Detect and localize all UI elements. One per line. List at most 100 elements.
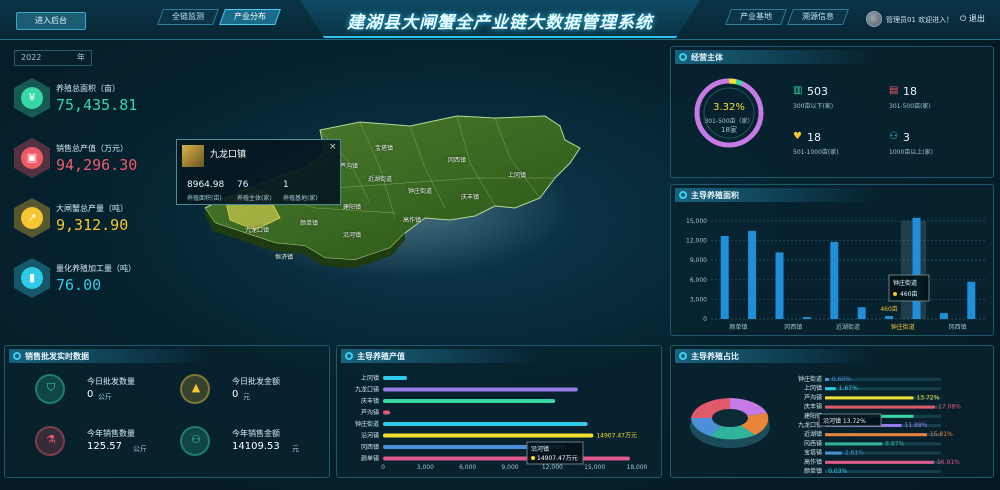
area-bar[interactable] [775, 252, 784, 319]
output-bar[interactable] [383, 456, 630, 461]
share-bar[interactable] [825, 378, 829, 381]
share-bar[interactable] [825, 396, 914, 400]
share-bar[interactable] [825, 442, 883, 446]
town-label[interactable]: 宝塔镇 [375, 143, 393, 152]
share-bar[interactable] [825, 387, 836, 391]
share-bar[interactable] [825, 405, 936, 409]
y-tick-label: 6,000 [690, 277, 707, 284]
share-category-label: 钟庄街道 [798, 375, 822, 383]
y-category-label: 钟庄街道 [355, 420, 379, 428]
town-label[interactable]: 芦沟镇 [340, 161, 358, 170]
share-bar[interactable] [825, 433, 927, 437]
share-category-label: 宝塔镇 [804, 449, 822, 457]
y-category-label: 沿河镇 [361, 432, 379, 440]
sales-value: 125.57 [87, 441, 122, 452]
stat-label: 量化养殖加工量（吨） [56, 264, 136, 273]
y-category-label: 芦沟镇 [361, 409, 379, 417]
popup-area-value: 8964.98 [187, 180, 225, 190]
town-label[interactable]: 建阳镇 [343, 202, 361, 211]
town-label[interactable]: 高作镇 [403, 215, 421, 224]
popup-close-button[interactable]: × [329, 142, 337, 152]
operator-label: 301-500亩(家) [889, 103, 931, 110]
y-tick-label: 15,000 [686, 218, 707, 225]
share-percent-label: 16.91% [937, 459, 960, 466]
area-bar[interactable] [857, 307, 866, 319]
share-percent-label: 11.88% [905, 422, 928, 429]
tooltip-value: 14907.47万元 [537, 455, 578, 462]
tab-chain-monitor[interactable]: 全链监测 [157, 9, 219, 25]
sales-icon-ring: ▲ [180, 374, 210, 404]
town-label[interactable]: 九龙口镇 [245, 225, 269, 234]
sales-icon-ring: ⚗ [35, 426, 65, 456]
sales-panel: 销售批发实时数据 ⛉ 今日批发数量 0 公斤 ▲ 今日批发金额 0 元 ⚗ 今年销售数量 125.5… [4, 345, 330, 478]
stat-value: 9,312.90 [56, 216, 129, 234]
x-tick-label: 12,000 [542, 464, 563, 471]
area-bar[interactable] [912, 217, 921, 319]
tab-industry-base[interactable]: 产业基地 [725, 9, 787, 25]
town-label[interactable]: 上冈镇 [508, 170, 526, 179]
year-value: 2022 [21, 53, 42, 62]
output-bar[interactable] [383, 422, 588, 426]
title-dot-icon [679, 53, 687, 61]
town-label[interactable]: 冈西镇 [448, 155, 466, 164]
area-bar[interactable] [830, 241, 839, 319]
sales-unit: 元 [292, 445, 299, 453]
sales-label: 今年销售数量 [87, 429, 135, 438]
heart-icon: ♥ [793, 131, 802, 142]
area-bar[interactable] [967, 281, 976, 319]
sales-value: 0 [87, 389, 94, 400]
output-bar[interactable] [383, 387, 578, 392]
bar-value-label: 14907.47万元 [596, 433, 637, 440]
area-bar[interactable] [885, 315, 894, 319]
share-panel: 主导养殖占比 钟庄街道 0.60% 上冈镇 1.67% 芦沟镇 13.72% 庆丰镇 17.0… [670, 345, 994, 478]
x-tick-label: 6,000 [459, 464, 476, 471]
town-label[interactable]: 沿河镇 [343, 230, 361, 239]
stat-hex: ↗ [14, 198, 50, 238]
area-bar[interactable] [748, 230, 757, 319]
tab-industry-distribution[interactable]: 产业分布 [219, 9, 281, 25]
share-percent-label: 15.81% [930, 431, 953, 438]
title-dot-icon [345, 352, 353, 360]
tab-traceability[interactable]: 溯源信息 [787, 9, 849, 25]
x-tick-label: 近湖街道 [836, 323, 860, 331]
output-value-chart: 上冈镇九龙口镇庆丰镇芦沟镇钟庄街道沿河镇冈西镇颜单镇14907.47万元0 3,0… [355, 374, 648, 471]
logout-button[interactable]: ⏻ 退出 [960, 13, 985, 24]
area-bar[interactable] [939, 313, 948, 319]
bar-chart-icon: ▮ [21, 267, 43, 289]
town-label[interactable]: 恒济镇 [275, 252, 293, 261]
output-bar[interactable] [383, 410, 391, 415]
area-bar[interactable] [802, 317, 811, 319]
share-percent-label: 17.08% [938, 404, 961, 411]
enter-admin-button[interactable]: 进入后台 [16, 12, 86, 30]
year-select[interactable]: 2022 年 [14, 50, 92, 66]
output-bar[interactable] [383, 399, 556, 403]
ring-percent: 3.32% [713, 102, 745, 113]
user-greeting: 管理员01 欢迎进入！ [886, 16, 954, 24]
share-category-label: 九龙口镇 [798, 421, 822, 429]
operator-count: 503 [807, 85, 828, 98]
ring-label: 301-500亩（家） [704, 118, 754, 125]
share-bar[interactable] [825, 451, 842, 455]
y-tick-label: 3,000 [690, 296, 707, 303]
x-tick-label: 冈西镇 [949, 323, 967, 331]
sales-unit: 元 [243, 393, 250, 401]
town-label[interactable]: 庆丰镇 [461, 192, 479, 201]
flask-icon: ⚗ [46, 433, 56, 446]
popup-bases-label: 养殖基地(家) [283, 195, 318, 202]
area-bar[interactable] [720, 236, 729, 319]
town-label[interactable]: 近湖街道 [368, 174, 392, 183]
output-bar[interactable] [383, 376, 407, 380]
tooltip-dot [893, 292, 897, 296]
share-bar[interactable] [825, 460, 934, 464]
output-value-panel: 主导养殖产值 上冈镇 九龙口镇 庆丰镇 芦沟镇 钟庄街道 沿河镇 冈西镇 颜单镇 14907.4… [336, 345, 662, 478]
operators-panel: 经营主体 3.32% 301-500亩（家） 18家 ▥ 503 300亩以下(家)… [670, 46, 994, 178]
avatar[interactable] [866, 11, 882, 27]
town-label[interactable]: 钟庄街道 [408, 186, 432, 195]
output-bar[interactable] [383, 433, 594, 438]
yuan-icon: ¥ [21, 87, 43, 109]
y-category-label: 冈西镇 [361, 443, 379, 451]
share-percent-label: 0.03% [828, 468, 847, 475]
title-dot-icon [679, 191, 687, 199]
bar-value-label: 460亩 [880, 305, 897, 313]
town-label[interactable]: 颜单镇 [300, 218, 318, 227]
